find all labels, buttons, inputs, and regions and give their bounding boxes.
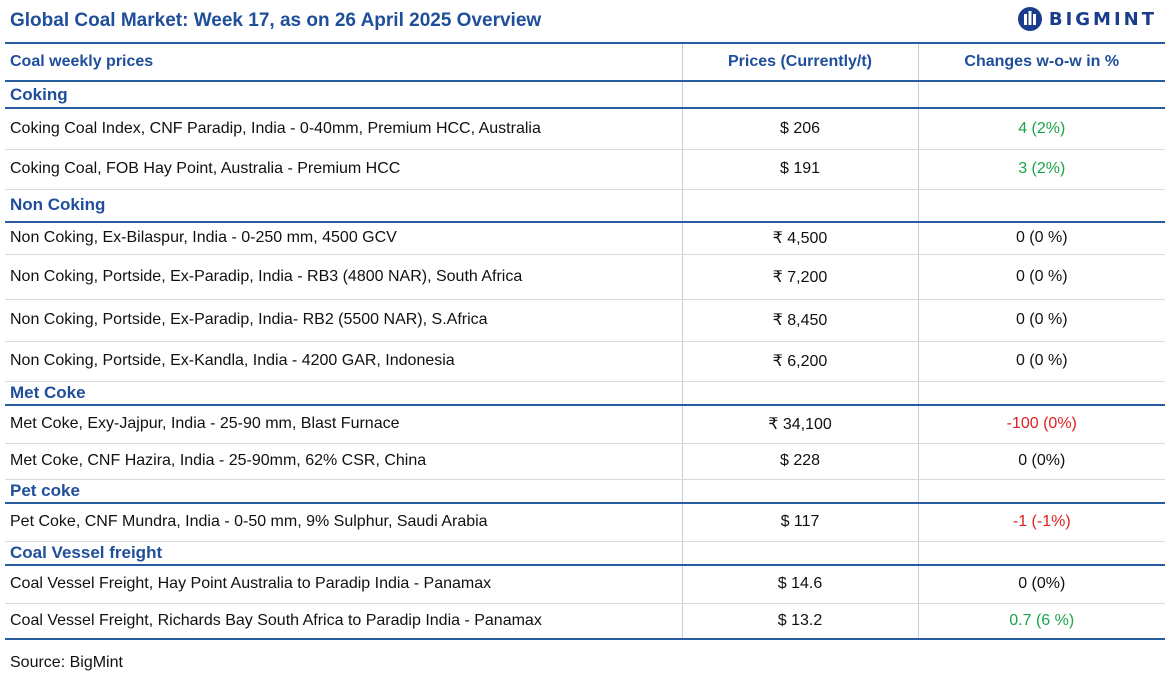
column-header-name: Coal weekly prices — [5, 42, 683, 82]
table-row: Met Coke, Exy-Jajpur, India - 25-90 mm, … — [5, 405, 1165, 444]
table-row: Non Coking, Portside, Ex-Paradip, India-… — [5, 299, 1165, 342]
item-change: 0 (0 %) — [918, 299, 1165, 342]
item-price: $ 228 — [682, 443, 919, 480]
category-empty-cell — [918, 81, 1165, 109]
category-empty-cell — [682, 381, 919, 406]
item-price: ₹ 7,200 — [682, 254, 919, 300]
category-empty-cell — [682, 81, 919, 109]
table-row: Coking Coal Index, CNF Paradip, India - … — [5, 108, 1165, 150]
item-name: Met Coke, CNF Hazira, India - 25-90mm, 6… — [5, 443, 683, 480]
item-name: Non Coking, Portside, Ex-Paradip, India-… — [5, 299, 683, 342]
category-row: Coal Vessel freight — [5, 541, 1165, 566]
item-change: -1 (-1%) — [918, 503, 1165, 542]
table-row: Non Coking, Portside, Ex-Kandla, India -… — [5, 341, 1165, 382]
category-label: Pet coke — [5, 479, 683, 504]
item-price: ₹ 8,450 — [682, 299, 919, 342]
column-header-price: Prices (Currently/t) — [682, 42, 919, 82]
item-name: Pet Coke, CNF Mundra, India - 0-50 mm, 9… — [5, 503, 683, 542]
table-body: Coking Coking Coal Index, CNF Paradip, In… — [5, 81, 1165, 640]
item-change: 3 (2%) — [918, 149, 1165, 190]
table-row: Coking Coal, FOB Hay Point, Australia - … — [5, 149, 1165, 190]
item-price: $ 191 — [682, 149, 919, 190]
category-empty-cell — [918, 381, 1165, 406]
category-row: Pet coke — [5, 479, 1165, 504]
item-price: $ 14.6 — [682, 565, 919, 604]
page-title: Global Coal Market: Week 17, as on 26 Ap… — [10, 10, 542, 31]
column-header-change: Changes w-o-w in % — [918, 42, 1165, 82]
item-change: 0 (0%) — [918, 565, 1165, 604]
coal-price-table: Coal weekly prices Prices (Currently/t) … — [5, 42, 1165, 640]
category-row: Non Coking — [5, 189, 1165, 223]
table-row: Coal Vessel Freight, Hay Point Australia… — [5, 565, 1165, 604]
item-price: ₹ 4,500 — [682, 222, 919, 255]
item-price: $ 206 — [682, 108, 919, 150]
category-empty-cell — [682, 479, 919, 504]
category-row: Coking — [5, 81, 1165, 109]
item-name: Coal Vessel Freight, Richards Bay South … — [5, 603, 683, 640]
item-name: Coal Vessel Freight, Hay Point Australia… — [5, 565, 683, 604]
category-empty-cell — [918, 479, 1165, 504]
item-change: 0 (0 %) — [918, 254, 1165, 300]
item-price: ₹ 6,200 — [682, 341, 919, 382]
item-change: 0 (0 %) — [918, 341, 1165, 382]
item-name: Coking Coal, FOB Hay Point, Australia - … — [5, 149, 683, 190]
table-row: Non Coking, Ex-Bilaspur, India - 0-250 m… — [5, 222, 1165, 255]
bigmint-logo-icon — [1017, 7, 1042, 31]
source-note: Source: BigMint — [10, 654, 123, 671]
category-row: Met Coke — [5, 381, 1165, 406]
table-header-row: Coal weekly prices Prices (Currently/t) … — [5, 42, 1165, 82]
item-change: 4 (2%) — [918, 108, 1165, 150]
item-change: 0 (0 %) — [918, 222, 1165, 255]
category-label: Coking — [5, 81, 683, 109]
item-price: $ 13.2 — [682, 603, 919, 640]
item-name: Coking Coal Index, CNF Paradip, India - … — [5, 108, 683, 150]
item-price: $ 117 — [682, 503, 919, 542]
category-empty-cell — [918, 541, 1165, 566]
item-change: 0.7 (6 %) — [918, 603, 1165, 640]
table-row: Pet Coke, CNF Mundra, India - 0-50 mm, 9… — [5, 503, 1165, 542]
item-name: Non Coking, Portside, Ex-Kandla, India -… — [5, 341, 683, 382]
item-name: Met Coke, Exy-Jajpur, India - 25-90 mm, … — [5, 405, 683, 444]
category-label: Met Coke — [5, 381, 683, 406]
item-change: -100 (0%) — [918, 405, 1165, 444]
category-empty-cell — [682, 541, 919, 566]
bigmint-logo: BIGMINT — [1017, 6, 1157, 32]
table-row: Non Coking, Portside, Ex-Paradip, India … — [5, 254, 1165, 300]
category-label: Non Coking — [5, 189, 683, 223]
table-row: Met Coke, CNF Hazira, India - 25-90mm, 6… — [5, 443, 1165, 480]
table-row: Coal Vessel Freight, Richards Bay South … — [5, 603, 1165, 640]
category-label: Coal Vessel freight — [5, 541, 683, 566]
logo-text: BIGMINT — [1048, 8, 1157, 30]
item-price: ₹ 34,100 — [682, 405, 919, 444]
category-empty-cell — [918, 189, 1165, 223]
category-empty-cell — [682, 189, 919, 223]
item-name: Non Coking, Portside, Ex-Paradip, India … — [5, 254, 683, 300]
item-change: 0 (0%) — [918, 443, 1165, 480]
item-name: Non Coking, Ex-Bilaspur, India - 0-250 m… — [5, 222, 683, 255]
